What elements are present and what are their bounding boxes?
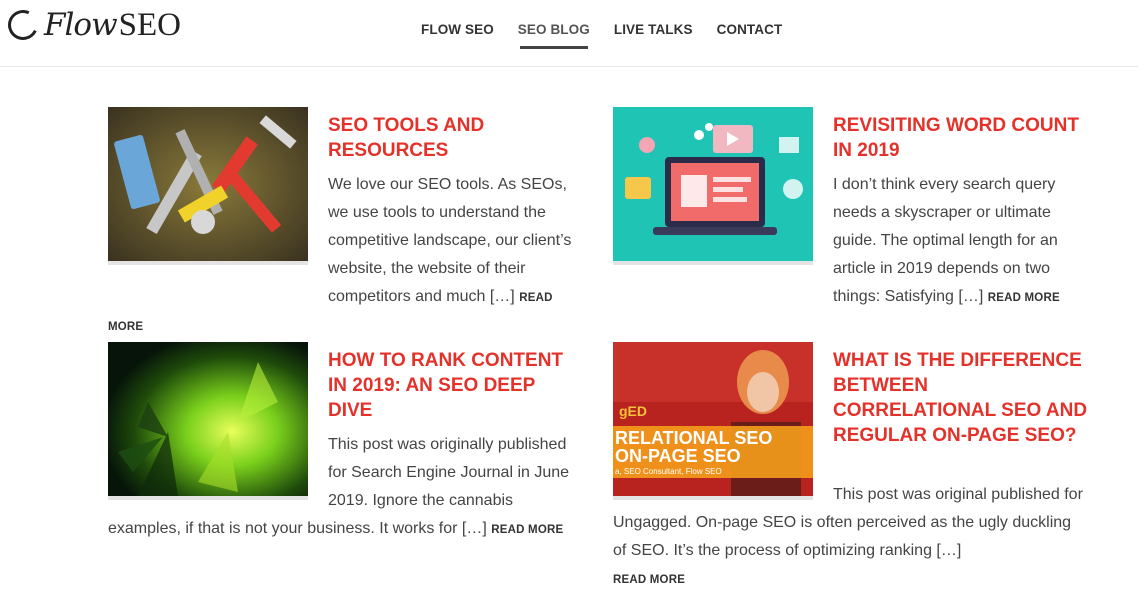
post-excerpt: This post was original published for Ung… — [613, 481, 1088, 594]
thumb-line1-text: RELATIONAL SEO — [615, 428, 772, 448]
speaker-image: gED RELATIONAL SEO ON-PAGE SEO a, SEO Co… — [613, 342, 813, 496]
post-thumbnail[interactable]: gED RELATIONAL SEO ON-PAGE SEO a, SEO Co… — [613, 342, 813, 496]
post-title[interactable]: REVISITING WORD COUNT IN 2019 — [833, 113, 1093, 163]
nav-item-contact[interactable]: CONTACT — [717, 22, 783, 37]
site-header: Flow SEO FLOW SEO SEO BLOG LIVE TALKS CO… — [0, 0, 1138, 67]
nav-item-live-talks[interactable]: LIVE TALKS — [614, 22, 693, 37]
thumb-line2-text: ON-PAGE SEO — [615, 446, 741, 466]
logo-flow-text: Flow — [44, 7, 118, 43]
nav-item-flow-seo[interactable]: FLOW SEO — [421, 22, 494, 37]
nav-item-seo-blog[interactable]: SEO BLOG — [518, 22, 590, 49]
read-more-link[interactable]: READ MORE — [491, 524, 563, 536]
thumb-tag-text: gED — [619, 403, 647, 419]
excerpt-text: I don’t think every search query needs a… — [833, 176, 1058, 305]
read-more-link[interactable]: READ MORE — [613, 574, 685, 586]
thumb-line3-text: a, SEO Consultant, Flow SEO — [615, 467, 722, 476]
post-title[interactable]: HOW TO RANK CONTENT IN 2019: AN SEO DEEP… — [328, 348, 583, 423]
post-excerpt: We love our SEO tools. As SEOs, we use t… — [108, 171, 578, 341]
read-more-link[interactable]: READ MORE — [988, 292, 1060, 304]
excerpt-text: We love our SEO tools. As SEOs, we use t… — [328, 176, 572, 305]
post-title[interactable]: WHAT IS THE DIFFERENCE BETWEEN CORRELATI… — [833, 348, 1093, 448]
post-excerpt: I don’t think every search query needs a… — [613, 171, 1088, 312]
post-title[interactable]: SEO TOOLS AND RESOURCES — [328, 113, 578, 163]
logo-ring-icon — [3, 5, 43, 45]
main-nav: FLOW SEO SEO BLOG LIVE TALKS CONTACT — [421, 22, 783, 49]
site-logo[interactable]: Flow SEO — [3, 5, 181, 45]
logo-seo-text: SEO — [118, 6, 181, 43]
post-excerpt: This post was originally published for S… — [108, 431, 588, 544]
